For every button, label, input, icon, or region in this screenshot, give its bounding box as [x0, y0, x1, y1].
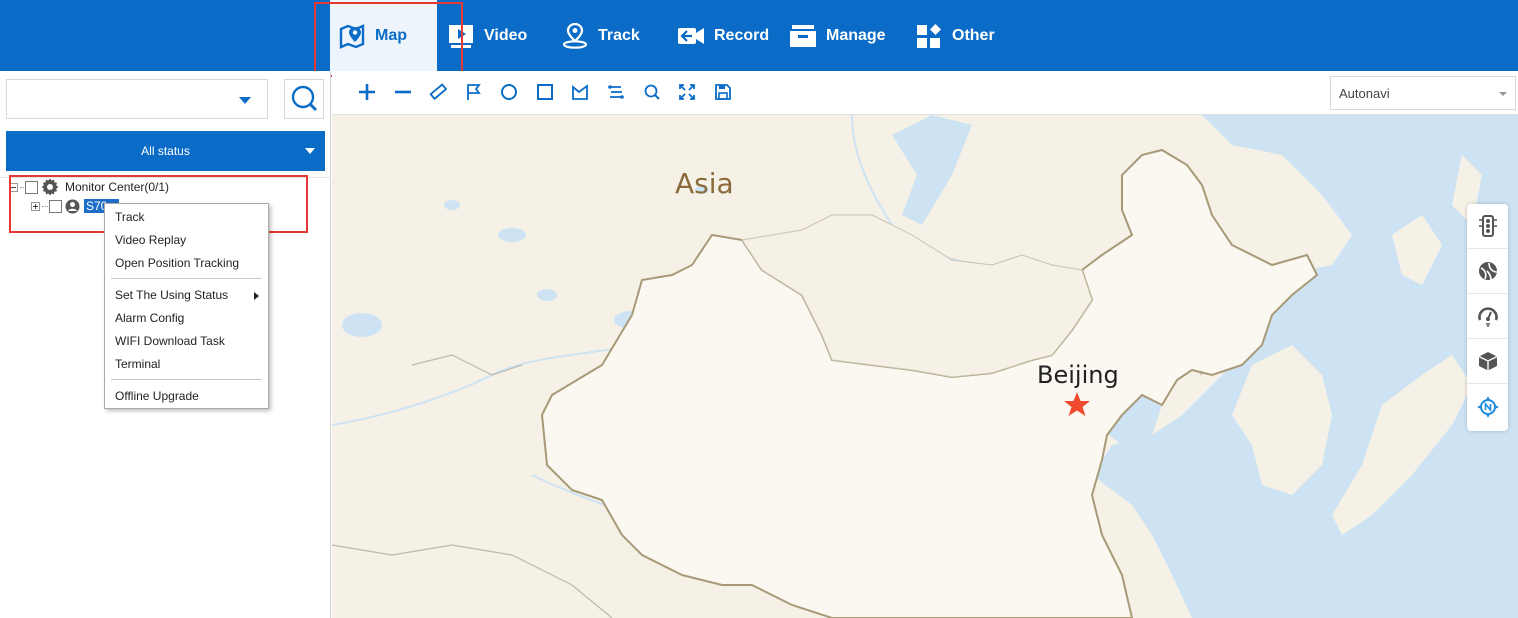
menu-item-set-using-status[interactable]: Set The Using Status — [115, 285, 228, 305]
map-provider-label: Autonavi — [1339, 86, 1390, 101]
track-pin-icon — [561, 22, 589, 50]
chevron-down-icon — [305, 148, 315, 154]
zoom-in-button[interactable] — [356, 81, 378, 103]
route-icon — [608, 85, 624, 99]
gauge-icon — [1477, 307, 1498, 327]
3d-view-button[interactable] — [1467, 339, 1508, 384]
nav-record[interactable]: Record — [671, 0, 789, 71]
polygon-icon — [572, 84, 588, 100]
ruler-button[interactable] — [427, 81, 449, 103]
polygon-draw-button[interactable] — [569, 81, 591, 103]
flag-button[interactable] — [463, 81, 485, 103]
nav-other-label: Other — [952, 26, 995, 44]
map-provider-select[interactable]: Autonavi — [1330, 76, 1516, 110]
fullscreen-icon — [679, 84, 695, 100]
save-icon — [715, 84, 731, 100]
tree-root-label: Monitor Center(0/1) — [65, 180, 170, 194]
status-select-label: All status — [141, 144, 190, 158]
chevron-down-icon — [239, 97, 251, 104]
expand-toggle-icon[interactable] — [31, 201, 40, 211]
map-side-toolbar — [1467, 204, 1508, 431]
manage-inbox-icon — [789, 22, 817, 50]
menu-item-wifi-download-task[interactable]: WIFI Download Task — [115, 331, 225, 351]
fullscreen-button[interactable] — [676, 81, 698, 103]
nav-map[interactable]: Map — [330, 0, 437, 71]
collapse-toggle-icon[interactable] — [9, 182, 18, 192]
nav-map-label: Map — [375, 26, 407, 44]
map-toolbar: Autonavi — [332, 71, 1518, 115]
search-icon — [644, 84, 660, 100]
map-image — [332, 115, 1518, 618]
menu-divider — [111, 278, 262, 279]
map-canvas[interactable]: Asia Beijing — [332, 115, 1518, 618]
map-label-capital: Beijing — [1037, 361, 1119, 389]
search-button[interactable] — [284, 79, 324, 119]
nav-track[interactable]: Track — [553, 0, 671, 71]
menu-divider — [111, 379, 262, 380]
search-icon — [291, 85, 318, 112]
minus-icon — [395, 90, 411, 94]
tree-node-monitor-center[interactable]: Monitor Center(0/1) — [9, 178, 171, 196]
tree-checkbox[interactable] — [49, 199, 62, 213]
tree-checkbox[interactable] — [25, 180, 38, 194]
video-play-icon — [447, 22, 475, 50]
main-nav: Map Video Track Record Manage Other — [330, 0, 1015, 71]
route-button[interactable] — [605, 81, 627, 103]
map-label-continent: Asia — [675, 167, 734, 200]
menu-item-offline-upgrade[interactable]: Offline Upgrade — [115, 386, 199, 406]
circle-draw-button[interactable] — [498, 81, 520, 103]
rectangle-draw-button[interactable] — [534, 81, 556, 103]
rectangle-icon — [537, 84, 553, 100]
menu-item-alarm-config[interactable]: Alarm Config — [115, 308, 184, 328]
nav-manage-label: Manage — [826, 26, 886, 44]
map-pin-icon — [338, 22, 366, 50]
traffic-light-button[interactable] — [1467, 204, 1508, 249]
chevron-down-icon — [1499, 92, 1507, 96]
satellite-button[interactable] — [1467, 249, 1508, 294]
compass-button[interactable] — [1467, 384, 1508, 429]
status-select[interactable]: All status — [6, 131, 325, 171]
speed-gauge-button[interactable] — [1467, 294, 1508, 339]
record-camera-icon — [677, 22, 705, 50]
circle-icon — [501, 84, 517, 100]
traffic-light-icon — [1478, 215, 1497, 237]
zoom-out-button[interactable] — [392, 81, 414, 103]
nav-video[interactable]: Video — [437, 0, 553, 71]
context-menu: Track Video Replay Open Position Trackin… — [104, 203, 269, 409]
nav-record-label: Record — [714, 26, 770, 44]
satellite-globe-icon — [1478, 262, 1497, 281]
menu-item-video-replay[interactable]: Video Replay — [115, 230, 186, 250]
submenu-arrow-icon — [254, 292, 259, 300]
ruler-icon — [429, 83, 447, 101]
nav-other[interactable]: Other — [915, 0, 1015, 71]
save-button[interactable] — [712, 81, 734, 103]
cube-icon — [1478, 352, 1497, 371]
device-select[interactable] — [6, 79, 268, 119]
plus-icon — [359, 84, 375, 100]
flag-icon — [467, 84, 481, 100]
gear-icon — [41, 178, 59, 196]
map-search-button[interactable] — [641, 81, 663, 103]
top-nav-bar: Map Video Track Record Manage Other — [0, 0, 1518, 71]
other-grid-icon — [915, 22, 943, 50]
menu-item-terminal[interactable]: Terminal — [115, 354, 160, 374]
nav-manage[interactable]: Manage — [789, 0, 915, 71]
compass-north-icon — [1476, 395, 1499, 418]
menu-item-track[interactable]: Track — [115, 207, 145, 227]
nav-track-label: Track — [598, 26, 640, 44]
menu-item-open-position-tracking[interactable]: Open Position Tracking — [115, 253, 239, 273]
nav-video-label: Video — [484, 26, 528, 44]
user-circle-icon — [65, 199, 80, 214]
